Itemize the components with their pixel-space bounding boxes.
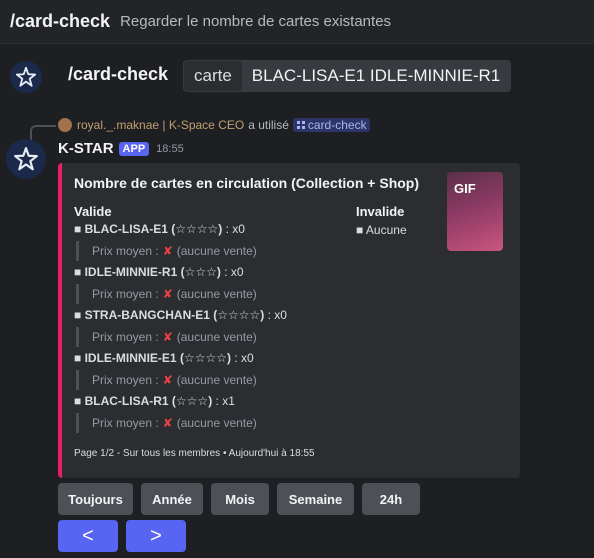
card-stars: (☆☆☆☆)	[179, 351, 231, 365]
field-valid-label: Valide	[74, 204, 112, 219]
next-page-button[interactable]: >	[126, 520, 186, 552]
field-invalid-label: Invalide	[356, 204, 405, 219]
reply-command-link[interactable]: card-check	[292, 118, 370, 132]
author-name[interactable]: K-STAR	[58, 140, 114, 157]
command-option-pill[interactable]: carte BLAC-LISA-E1 IDLE-MINNIE-R1	[183, 60, 512, 92]
price-value: (aucune vente)	[176, 287, 257, 301]
user-avatar-icon	[58, 118, 72, 132]
card-entry: ■ BLAC-LISA-R1 (☆☆☆) : x1	[74, 394, 235, 408]
card-entry: ■ IDLE-MINNIE-E1 (☆☆☆☆) : x0	[74, 351, 254, 365]
card-entry: ■ STRA-BANGCHAN-E1 (☆☆☆☆) : x0	[74, 308, 287, 322]
message-header: K-STAR APP 18:55	[58, 140, 184, 157]
filter-button-mois[interactable]: Mois	[211, 483, 269, 515]
cross-icon: ✘	[162, 287, 173, 301]
message-timestamp: 18:55	[156, 142, 184, 155]
prev-page-button[interactable]: <	[58, 520, 118, 552]
embed-card: Nombre de cartes en circulation (Collect…	[58, 163, 520, 478]
card-name: ■ IDLE-MINNIE-E1	[74, 351, 177, 365]
card-price: Prix moyen : ✘ (aucune vente)	[76, 284, 257, 304]
command-suggestion[interactable]: /card-check Regarder le nombre de cartes…	[0, 0, 594, 44]
embed-footer: Page 1/2 - Sur tous les membres • Aujour…	[74, 448, 315, 459]
cross-icon: ✘	[162, 330, 173, 344]
reply-username[interactable]: royal._.maknae | K-Space CEO	[77, 118, 244, 132]
reply-connector	[30, 125, 56, 141]
price-value: (aucune vente)	[176, 373, 257, 387]
card-name: ■ BLAC-LISA-R1	[74, 394, 169, 408]
filter-button-semaine[interactable]: Semaine	[277, 483, 354, 515]
card-count: : x0	[267, 308, 287, 322]
card-price: Prix moyen : ✘ (aucune vente)	[76, 413, 257, 433]
option-name: carte	[194, 66, 232, 85]
reply-reference[interactable]: royal._.maknae | K-Space CEO a utilisé c…	[58, 117, 370, 133]
cross-icon: ✘	[162, 244, 173, 258]
cross-icon: ✘	[162, 416, 173, 430]
cross-icon: ✘	[162, 373, 173, 387]
command-input-name: /card-check	[68, 64, 169, 84]
price-label: Prix moyen :	[92, 330, 159, 344]
card-entry: ■ BLAC-LISA-E1 (☆☆☆☆) : x0	[74, 222, 245, 236]
filter-button-24h[interactable]: 24h	[362, 483, 420, 515]
card-count: : x0	[234, 351, 254, 365]
message-avatar-icon[interactable]	[6, 139, 46, 179]
card-name: ■ IDLE-MINNIE-R1	[74, 265, 178, 279]
price-label: Prix moyen :	[92, 373, 159, 387]
price-value: (aucune vente)	[176, 330, 257, 344]
price-label: Prix moyen :	[92, 416, 159, 430]
card-stars: (☆☆☆)	[180, 265, 221, 279]
gif-label: GIF	[454, 181, 476, 196]
card-count: : x0	[225, 222, 245, 236]
embed-title: Nombre de cartes en circulation (Collect…	[74, 175, 420, 191]
card-name: ■ STRA-BANGCHAN-E1	[74, 308, 210, 322]
embed-thumbnail[interactable]: GIF	[447, 172, 503, 251]
price-value: (aucune vente)	[176, 416, 257, 430]
card-count: : x0	[224, 265, 244, 279]
price-value: (aucune vente)	[176, 244, 257, 258]
field-invalid-value: ■ Aucune	[356, 223, 407, 237]
card-name: ■ BLAC-LISA-E1	[74, 222, 168, 236]
reply-action: a utilisé	[248, 118, 289, 132]
command-suggestion-description: Regarder le nombre de cartes existantes	[120, 13, 392, 30]
option-value-field[interactable]: BLAC-LISA-E1 IDLE-MINNIE-R1	[241, 61, 511, 91]
card-stars: (☆☆☆)	[171, 394, 213, 408]
slash-command-icon	[296, 121, 305, 129]
card-price: Prix moyen : ✘ (aucune vente)	[76, 370, 257, 390]
command-suggestion-name: /card-check	[10, 11, 111, 31]
card-price: Prix moyen : ✘ (aucune vente)	[76, 241, 257, 261]
card-stars: (☆☆☆☆)	[213, 308, 265, 322]
app-badge: APP	[118, 141, 150, 156]
reply-command-label: card-check	[307, 118, 367, 132]
filter-button-annee[interactable]: Année	[141, 483, 203, 515]
card-stars: (☆☆☆☆)	[171, 222, 223, 236]
card-count: : x1	[215, 394, 235, 408]
card-entry: ■ IDLE-MINNIE-R1 (☆☆☆) : x0	[74, 265, 244, 279]
card-price: Prix moyen : ✘ (aucune vente)	[76, 327, 257, 347]
bot-avatar-icon	[10, 61, 42, 93]
price-label: Prix moyen :	[92, 244, 159, 258]
filter-button-toujours[interactable]: Toujours	[58, 483, 133, 515]
price-label: Prix moyen :	[92, 287, 159, 301]
command-input-row: /card-check carte BLAC-LISA-E1 IDLE-MINN…	[0, 44, 594, 110]
